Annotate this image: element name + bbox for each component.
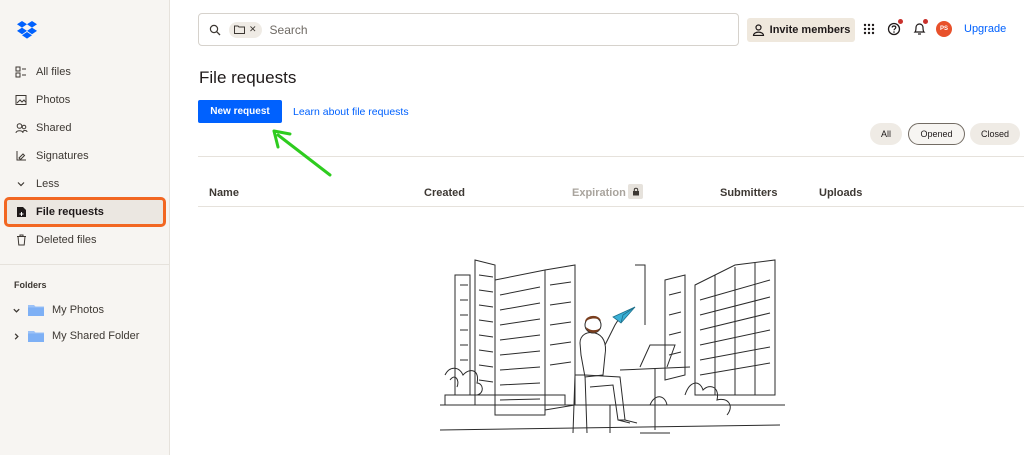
- sidebar: All files Photos Shared Signatures Less: [0, 0, 170, 455]
- folder-item-my-shared-folder[interactable]: My Shared Folder: [12, 325, 139, 347]
- folder-label: My Photos: [52, 304, 104, 316]
- lock-icon: [628, 184, 643, 199]
- file-request-icon: [14, 205, 28, 219]
- filter-all-button[interactable]: All: [870, 123, 902, 145]
- app-grid-icon[interactable]: [861, 21, 877, 37]
- sidebar-item-label: File requests: [36, 206, 104, 218]
- folder-label: My Shared Folder: [52, 330, 140, 342]
- column-header-uploads[interactable]: Uploads: [819, 187, 862, 199]
- folders-section-label: Folders: [14, 280, 47, 290]
- invite-members-label: Invite members: [769, 24, 851, 36]
- green-arrow-annotation-icon: [272, 129, 332, 177]
- table-header-divider: [198, 206, 1024, 207]
- sidebar-item-label: Signatures: [36, 150, 89, 162]
- upgrade-link[interactable]: Upgrade: [964, 23, 1006, 35]
- sidebar-item-photos[interactable]: Photos: [6, 87, 164, 113]
- shared-folder-icon: [28, 331, 44, 342]
- folder-icon: [28, 305, 44, 316]
- sidebar-item-less[interactable]: Less: [6, 171, 164, 197]
- page-title: File requests: [199, 68, 297, 87]
- sidebar-item-label: Photos: [36, 94, 71, 106]
- filter-opened-button[interactable]: Opened: [908, 123, 965, 145]
- column-header-name[interactable]: Name: [209, 187, 239, 199]
- search-bar[interactable]: ✕ Search: [198, 13, 739, 46]
- chevron-right-icon[interactable]: [12, 332, 22, 341]
- sidebar-item-label: All files: [36, 66, 71, 78]
- column-header-submitters[interactable]: Submitters: [720, 187, 777, 199]
- invite-members-button[interactable]: Invite members: [747, 18, 855, 42]
- sidebar-item-label: Deleted files: [36, 234, 97, 246]
- column-header-expiration[interactable]: Expiration: [572, 187, 626, 199]
- new-request-button[interactable]: New request: [198, 100, 282, 123]
- chevron-down-icon: [14, 177, 28, 191]
- folder-icon: [234, 25, 245, 34]
- sidebar-item-deleted-files[interactable]: Deleted files: [6, 227, 164, 253]
- shared-icon: [14, 121, 28, 135]
- photos-icon: [14, 93, 28, 107]
- search-input[interactable]: Search: [270, 23, 308, 37]
- bell-notification-dot: [923, 19, 928, 24]
- help-notification-dot: [898, 19, 903, 24]
- folder-filter-chip[interactable]: ✕: [229, 21, 262, 38]
- folder-item-my-photos[interactable]: My Photos: [12, 299, 104, 321]
- filter-closed-button[interactable]: Closed: [970, 123, 1020, 145]
- person-add-icon: [752, 24, 764, 36]
- sidebar-item-label: Shared: [36, 122, 72, 134]
- search-icon: [209, 24, 221, 35]
- app-window: All files Photos Shared Signatures Less: [0, 0, 1024, 455]
- sidebar-item-all-files[interactable]: All files: [6, 59, 164, 85]
- dropbox-logo-icon[interactable]: [16, 20, 38, 40]
- sidebar-item-shared[interactable]: Shared: [6, 115, 164, 141]
- sidebar-divider: [0, 264, 170, 265]
- close-icon[interactable]: ✕: [249, 24, 257, 35]
- sidebar-item-label: Less: [36, 178, 60, 190]
- empty-state-illustration: [439, 259, 785, 434]
- sidebar-item-file-requests[interactable]: File requests: [4, 197, 166, 227]
- sidebar-item-signatures[interactable]: Signatures: [6, 143, 164, 169]
- trash-icon: [14, 233, 28, 247]
- learn-about-file-requests-link[interactable]: Learn about file requests: [293, 106, 409, 118]
- avatar[interactable]: PS: [936, 21, 952, 37]
- all-files-icon: [14, 65, 28, 79]
- column-header-created[interactable]: Created: [424, 187, 465, 199]
- chevron-down-icon[interactable]: [12, 306, 22, 315]
- signatures-icon: [14, 149, 28, 163]
